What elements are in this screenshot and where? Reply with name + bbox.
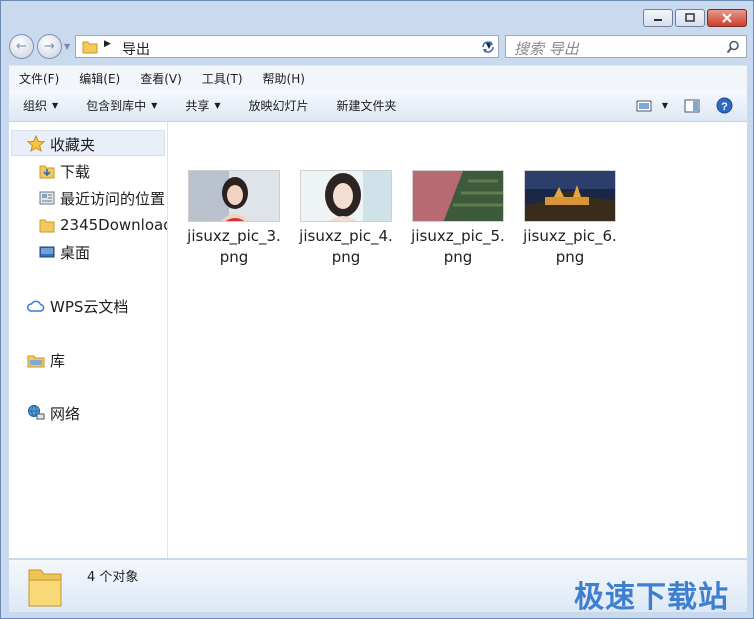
close-icon [722,13,732,23]
view-icon [636,100,652,111]
portrait-thumbnail-image [301,171,391,221]
file-name: jisuxz_pic_5.png [411,227,505,266]
svg-text:?: ? [721,101,728,113]
night-castle-thumbnail-image [525,171,615,221]
file-name: jisuxz_pic_4.png [299,227,393,266]
preview-pane-icon [684,99,700,112]
address-bar[interactable]: ▶ 导出 ▼ [75,35,499,58]
window-controls [641,9,747,27]
chevron-down-icon: ▼ [64,42,71,51]
file-list-pane[interactable]: jisuxz_pic_3.png jisuxz_pic_4.png jisuxz… [168,122,747,558]
image-thumbnail [412,170,504,222]
share-button[interactable]: 共享 ▼ [171,97,234,114]
image-thumbnail [188,170,280,222]
nav-favorites-label: 收藏夹 [50,135,96,154]
refresh-button[interactable] [475,35,501,58]
network-icon [28,405,45,420]
star-icon [27,135,45,153]
nav-2345downloads[interactable]: 2345Downloads [39,213,167,237]
menu-tools[interactable]: 工具(T) [192,70,253,87]
nav-desktop[interactable]: 桌面 [39,240,90,264]
address-row: ← → ▼ ▶ 导出 ▼ 搜索 导出 [9,34,747,60]
forward-button[interactable]: → [37,34,62,59]
title-bar[interactable] [1,1,753,33]
field-thumbnail-image [413,171,503,221]
close-button[interactable] [707,9,747,27]
chevron-down-icon: ▼ [214,101,221,110]
search-box[interactable]: 搜索 导出 [505,35,747,58]
chevron-down-icon: ▼ [52,101,59,110]
nav-libraries[interactable]: 库 [27,348,65,372]
explorer-window: ← → ▼ ▶ 导出 ▼ 搜索 导出 文件(F) 编辑(E) 查看(V) 工具(… [0,0,754,619]
back-arrow-icon: ← [16,39,27,54]
change-view-button[interactable]: ▼ [630,100,674,112]
minimize-icon [654,19,662,21]
menu-help[interactable]: 帮助(H) [253,70,315,87]
cloud-icon [27,300,45,312]
slideshow-button[interactable]: 放映幻灯片 [235,97,323,114]
file-name: jisuxz_pic_3.png [187,227,281,266]
folder-icon [39,219,55,233]
library-icon [27,355,45,368]
nav-downloads-label: 下载 [60,162,91,181]
navigation-pane: 收藏夹 下载 最近访问的位置 2345Downloads 桌面 WPS云文档 库 [9,122,168,558]
menu-edit[interactable]: 编辑(E) [69,70,130,87]
nav-downloads[interactable]: 下载 [39,159,90,183]
search-placeholder: 搜索 导出 [514,40,579,58]
nav-libraries-label: 库 [50,351,66,370]
menu-view[interactable]: 查看(V) [130,70,192,87]
file-item[interactable]: jisuxz_pic_6.png [520,168,620,268]
preview-pane-button[interactable] [674,99,710,113]
help-icon: ? [716,97,733,114]
organize-label: 组织 [23,99,48,113]
desktop-icon [39,246,55,258]
details-pane: 4 个对象 极速下载站 [9,559,747,615]
recent-places-icon [39,191,55,205]
nav-recent-label: 最近访问的位置 [60,189,166,208]
include-in-library-label: 包含到库中 [86,99,147,113]
item-count: 4 个对象 [87,570,139,585]
back-button[interactable]: ← [9,34,34,59]
file-item[interactable]: jisuxz_pic_4.png [296,168,396,268]
image-thumbnail [300,170,392,222]
portrait-thumbnail-image [189,171,279,221]
menu-bar: 文件(F) 编辑(E) 查看(V) 工具(T) 帮助(H) [9,65,747,90]
file-item[interactable]: jisuxz_pic_5.png [408,168,508,268]
maximize-button[interactable] [675,9,705,27]
folder-icon [82,41,98,54]
nav-recent-places[interactable]: 最近访问的位置 [39,186,165,210]
nav-network-label: 网络 [50,404,81,423]
large-folder-icon [28,569,62,607]
chevron-down-icon: ▼ [661,101,668,110]
help-button[interactable]: ? [710,97,747,114]
organize-button[interactable]: 组织 ▼ [9,97,72,114]
breadcrumb-arrow-icon: ▶ [104,39,111,49]
breadcrumb-current[interactable]: 导出 [122,39,150,59]
recent-pages-dropdown[interactable]: ▼ [64,42,70,51]
command-bar: 组织 ▼ 包含到库中 ▼ 共享 ▼ 放映幻灯片 新建文件夹 ▼ ? [9,90,747,122]
refresh-icon [482,40,494,53]
nav-wps-label: WPS云文档 [50,297,129,316]
nav-network[interactable]: 网络 [27,401,80,425]
new-folder-button[interactable]: 新建文件夹 [323,97,411,114]
menu-file[interactable]: 文件(F) [9,70,69,87]
include-in-library-button[interactable]: 包含到库中 ▼ [72,97,171,114]
file-item[interactable]: jisuxz_pic_3.png [184,168,284,268]
nav-wps-cloud[interactable]: WPS云文档 [27,294,128,318]
minimize-button[interactable] [643,9,673,27]
nav-2345downloads-label: 2345Downloads [60,216,167,234]
chevron-down-icon: ▼ [151,101,158,110]
downloads-folder-icon [39,165,55,179]
search-icon[interactable] [726,40,740,54]
watermark-logo: 极速下载站 [574,580,729,615]
image-thumbnail [524,170,616,222]
nav-favorites[interactable]: 收藏夹 [27,132,95,156]
forward-arrow-icon: → [44,39,55,54]
maximize-icon [685,13,695,22]
file-name: jisuxz_pic_6.png [523,227,617,266]
share-label: 共享 [185,99,210,113]
nav-desktop-label: 桌面 [60,243,91,262]
